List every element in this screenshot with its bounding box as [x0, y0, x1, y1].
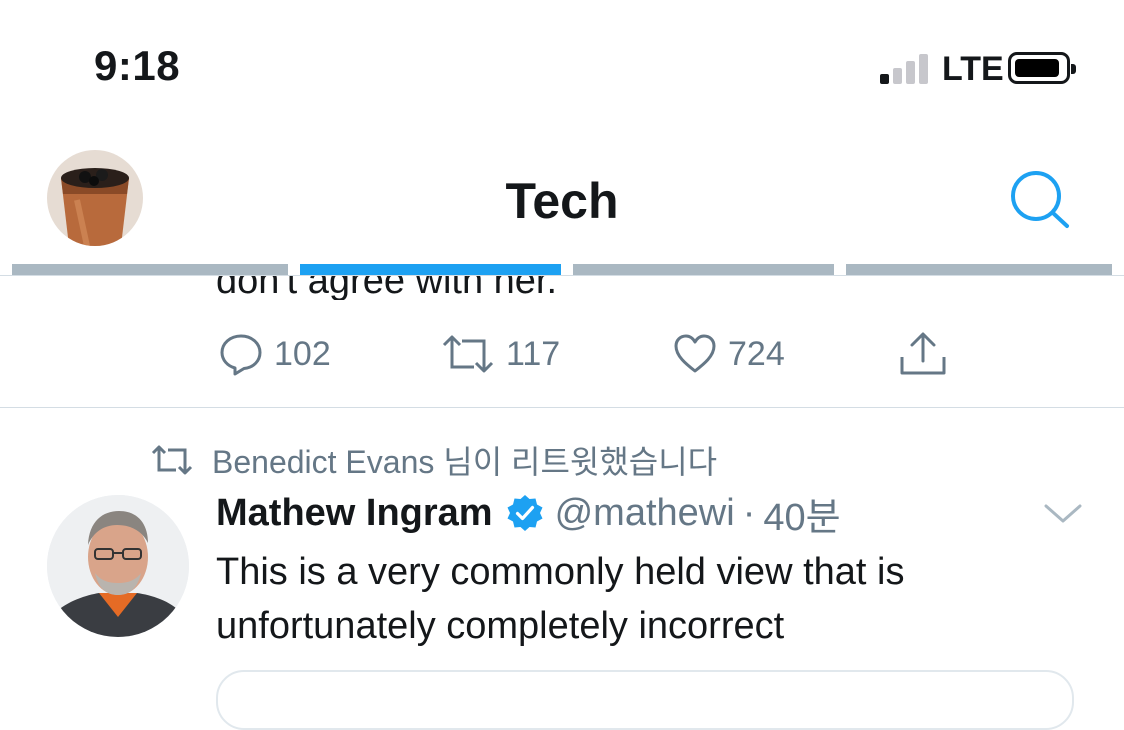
network-type: LTE	[942, 50, 1004, 88]
search-icon	[1011, 171, 1069, 228]
topic-tab-3[interactable]	[573, 264, 834, 275]
reply-count: 102	[274, 334, 331, 373]
topic-tab-4[interactable]	[846, 264, 1112, 275]
like-count: 724	[728, 334, 785, 373]
tweet-text-line: unfortunately completely incorrect	[216, 605, 785, 647]
tweet-text: This is a very commonly held view that i…	[216, 545, 1096, 653]
page-title: Tech	[505, 173, 619, 229]
author-name[interactable]: Mathew Ingram	[216, 492, 493, 535]
retweet-context-label: Benedict Evans 님이 리트윗했습니다	[212, 444, 718, 480]
retweet-count: 117	[506, 334, 561, 373]
like-button[interactable]: 724	[672, 332, 785, 376]
share-button[interactable]	[898, 332, 958, 376]
tweet-divider	[0, 407, 1124, 408]
search-button[interactable]	[1008, 166, 1072, 230]
status-time: 9:18	[94, 42, 181, 89]
reply-button[interactable]: 102	[218, 332, 331, 376]
verified-badge-icon	[507, 495, 543, 531]
meta-separator: ·	[742, 491, 756, 534]
author-handle[interactable]: @mathewi	[555, 492, 735, 535]
battery-icon	[1008, 52, 1076, 84]
quoted-tweet-card[interactable]	[216, 670, 1074, 730]
tweet-timestamp: 40분	[763, 496, 841, 539]
tweet-menu-button[interactable]	[1042, 498, 1084, 528]
tweet-text-line: This is a very commonly held view that i…	[216, 551, 905, 593]
author-avatar[interactable]	[47, 495, 189, 637]
topic-tab-1[interactable]	[12, 264, 288, 275]
retweet-button[interactable]: 117	[440, 332, 560, 376]
retweet-context[interactable]: Benedict Evans 님이 리트윗했습니다	[150, 440, 717, 480]
signal-strength-icon	[880, 52, 934, 84]
topic-tab-2-active[interactable]	[300, 264, 561, 275]
reply-icon	[220, 334, 262, 376]
share-icon	[900, 332, 946, 375]
tweet-header: Mathew Ingram @mathewi · 40분	[216, 490, 841, 539]
heart-icon	[674, 334, 716, 373]
retweet-icon	[442, 335, 494, 373]
retweet-icon	[151, 445, 193, 475]
previous-tweet-text: don't agree with her.	[216, 276, 558, 300]
chevron-down-icon	[1044, 504, 1082, 523]
